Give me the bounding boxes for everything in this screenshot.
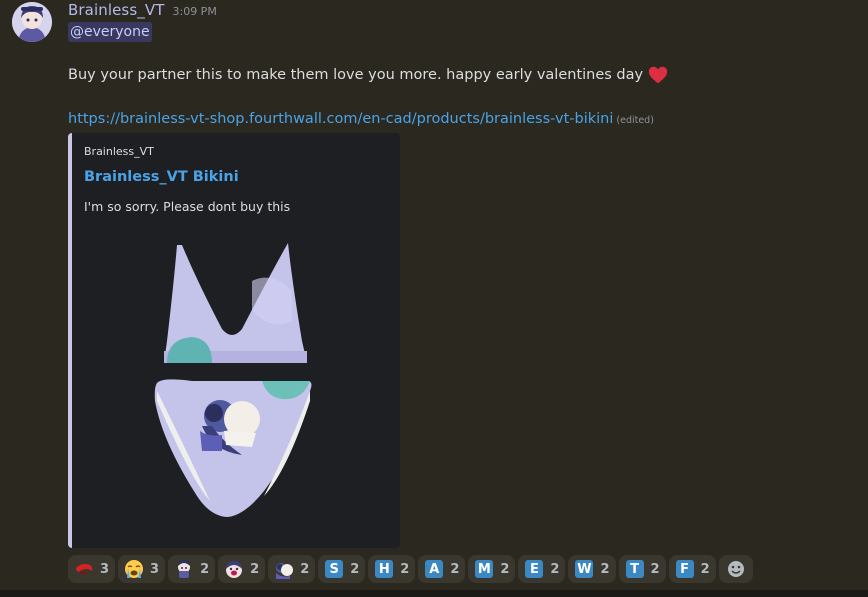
reaction-regional-m[interactable]: M 2 bbox=[468, 555, 516, 583]
regional-indicator-m-icon: M bbox=[474, 559, 494, 579]
reaction-count: 3 bbox=[100, 561, 110, 577]
reaction-regional-e[interactable]: E 2 bbox=[518, 555, 566, 583]
reaction-count: 2 bbox=[450, 561, 460, 577]
add-reaction-smiley-icon bbox=[727, 561, 744, 577]
reaction-count: 2 bbox=[350, 561, 360, 577]
loudly-crying-face-emoji bbox=[124, 559, 144, 579]
reaction-custom-1[interactable]: 2 bbox=[168, 555, 216, 583]
reaction-custom-3[interactable]: 2 bbox=[268, 555, 316, 583]
reaction-count: 2 bbox=[650, 561, 660, 577]
reaction-count: 2 bbox=[300, 561, 310, 577]
bikini-product-image[interactable] bbox=[152, 241, 322, 521]
red-heart-icon bbox=[648, 66, 668, 84]
reaction-count: 2 bbox=[500, 561, 510, 577]
regional-indicator-h-icon: H bbox=[374, 559, 394, 579]
embed-description: I'm so sorry. Please dont buy this bbox=[84, 199, 291, 214]
custom-character-emoji-3 bbox=[274, 559, 294, 579]
regional-indicator-a-icon: A bbox=[424, 559, 444, 579]
reaction-regional-s[interactable]: S 2 bbox=[318, 555, 366, 583]
reaction-count: 2 bbox=[600, 561, 610, 577]
custom-character-emoji-2 bbox=[224, 559, 244, 579]
product-link[interactable]: https://brainless-vt-shop.fourthwall.com… bbox=[68, 111, 613, 127]
user-avatar[interactable] bbox=[12, 2, 52, 42]
regional-indicator-t-icon: T bbox=[625, 559, 645, 579]
tongue-red-emoji bbox=[74, 559, 94, 579]
username[interactable]: Brainless_VT bbox=[68, 1, 164, 19]
custom-character-emoji-1 bbox=[174, 559, 194, 579]
regional-indicator-f-icon: F bbox=[675, 559, 695, 579]
reaction-regional-a[interactable]: A 2 bbox=[418, 555, 466, 583]
reaction-count: 2 bbox=[700, 561, 710, 577]
everyone-mention[interactable]: @everyone bbox=[68, 22, 152, 42]
link-row: https://brainless-vt-shop.fourthwall.com… bbox=[68, 109, 654, 131]
timestamp: 3:09 PM bbox=[172, 5, 217, 18]
reaction-count: 2 bbox=[550, 561, 560, 577]
reaction-count: 2 bbox=[250, 561, 260, 577]
reaction-loudly-crying[interactable]: 3 bbox=[118, 555, 166, 583]
reaction-regional-t[interactable]: T 2 bbox=[618, 555, 666, 583]
regional-indicator-e-icon: E bbox=[524, 559, 544, 579]
reaction-regional-w[interactable]: W 2 bbox=[568, 555, 616, 583]
embed-provider[interactable]: Brainless_VT bbox=[84, 145, 154, 158]
reaction-count: 2 bbox=[200, 561, 210, 577]
regional-indicator-s-icon: S bbox=[324, 559, 344, 579]
reaction-regional-f[interactable]: F 2 bbox=[668, 555, 716, 583]
link-embed: Brainless_VT Brainless_VT Bikini I'm so … bbox=[68, 133, 400, 548]
embed-title[interactable]: Brainless_VT Bikini bbox=[84, 169, 239, 185]
chat-message: Brainless_VT 3:09 PM @everyone Buy your … bbox=[0, 0, 868, 597]
bottom-divider bbox=[0, 590, 868, 597]
add-reaction-button[interactable] bbox=[718, 555, 753, 583]
reaction-tongue[interactable]: 3 bbox=[68, 555, 116, 583]
message-text: Buy your partner this to make them love … bbox=[68, 67, 644, 83]
message-header: Brainless_VT 3:09 PM bbox=[68, 1, 217, 21]
edited-label: (edited) bbox=[616, 115, 654, 126]
reaction-count: 3 bbox=[150, 561, 160, 577]
reaction-regional-h[interactable]: H 2 bbox=[368, 555, 416, 583]
reaction-count: 2 bbox=[400, 561, 410, 577]
reactions-bar: 3 3 2 2 2 S 2 H 2 A 2 M 2 E 2 W 2 T 2 F … bbox=[68, 555, 753, 583]
reaction-custom-2[interactable]: 2 bbox=[218, 555, 266, 583]
avatar-image bbox=[12, 2, 52, 42]
regional-indicator-w-icon: W bbox=[575, 560, 594, 578]
message-body: Buy your partner this to make them love … bbox=[68, 64, 669, 86]
